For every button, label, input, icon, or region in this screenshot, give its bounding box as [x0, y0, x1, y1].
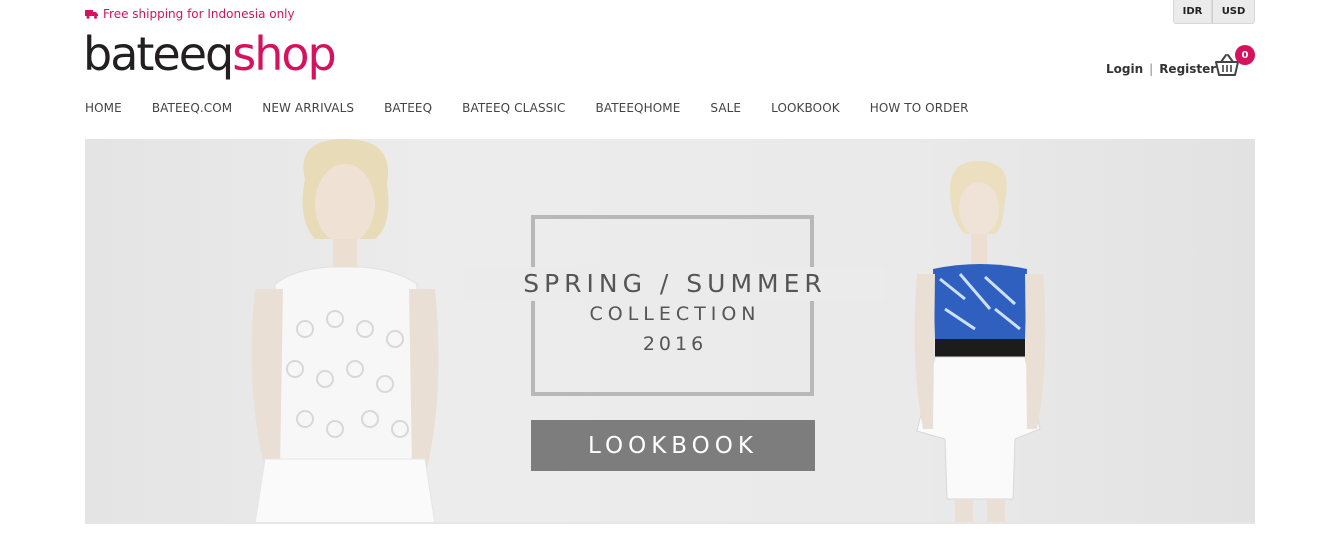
currency-usd-button[interactable]: USD — [1212, 0, 1255, 24]
hero-headline: SPRING / SUMMER — [465, 267, 885, 301]
nav-home[interactable]: HOME — [85, 101, 122, 115]
lookbook-button[interactable]: LOOKBOOK — [531, 420, 815, 471]
account-links: Login | Register — [1106, 62, 1216, 76]
main-nav: HOME BATEEQ.COM NEW ARRIVALS BATEEQ BATE… — [85, 101, 999, 115]
currency-switcher: IDR USD — [1173, 0, 1255, 24]
nav-bateeq-classic[interactable]: BATEEQ CLASSIC — [462, 101, 565, 115]
shipping-text: Free shipping for Indonesia only — [103, 7, 295, 21]
shipping-notice: Free shipping for Indonesia only — [85, 6, 295, 22]
nav-sale[interactable]: SALE — [710, 101, 741, 115]
account-separator: | — [1149, 62, 1154, 76]
cart-count-badge: 0 — [1235, 45, 1255, 65]
nav-bateeqhome[interactable]: BATEEQHOME — [596, 101, 681, 115]
model-left-image — [251, 139, 439, 524]
nav-bateeq-com[interactable]: BATEEQ.COM — [152, 101, 232, 115]
logo-text-accent: shop — [232, 27, 336, 81]
hero-subheadline: COLLECTION — [589, 303, 761, 325]
nav-how-to-order[interactable]: HOW TO ORDER — [870, 101, 969, 115]
hero-year: 2016 — [642, 333, 708, 355]
hero-banner[interactable]: SPRING / SUMMER COLLECTION 2016 LOOKBOOK — [85, 139, 1255, 524]
site-logo[interactable]: bateeqshop — [83, 26, 337, 82]
login-link[interactable]: Login — [1106, 62, 1143, 76]
nav-bateeq[interactable]: BATEEQ — [384, 101, 432, 115]
nav-lookbook[interactable]: LOOKBOOK — [771, 101, 840, 115]
model-right-image — [914, 160, 1046, 524]
truck-icon — [85, 10, 98, 19]
currency-idr-button[interactable]: IDR — [1173, 0, 1212, 24]
nav-new-arrivals[interactable]: NEW ARRIVALS — [262, 101, 354, 115]
logo-text-primary: bateeq — [83, 27, 234, 81]
register-link[interactable]: Register — [1159, 62, 1216, 76]
hero-bottom-border — [85, 522, 1255, 524]
